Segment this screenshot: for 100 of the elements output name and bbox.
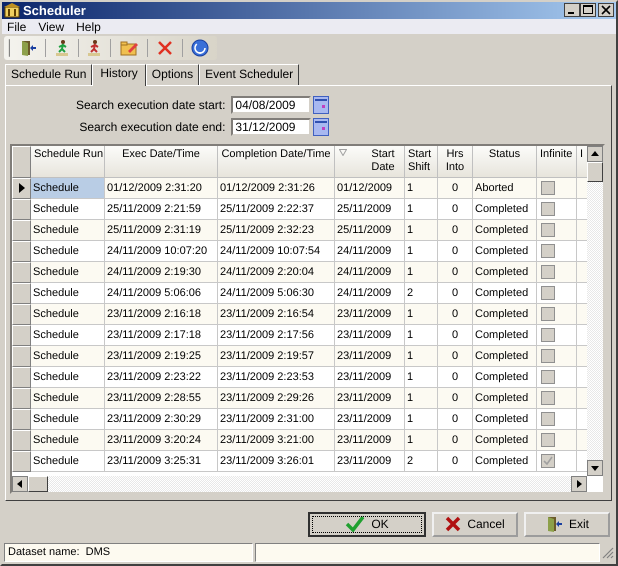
table-cell: 23/11/2009 3:25:31 (105, 450, 218, 472)
table-cell: 25/11/2009 2:31:19 (105, 220, 218, 241)
table-cell: Completed (473, 346, 537, 367)
table-cell: 0 (438, 220, 473, 241)
table-cell: 01/12/2009 2:31:20 (105, 178, 218, 199)
checkbox[interactable] (541, 264, 555, 279)
menu-item[interactable]: View (37, 20, 66, 34)
folder-pencil-icon[interactable] (119, 39, 140, 58)
table-cell: 25/11/2009 (335, 220, 405, 241)
table-cell: 23/11/2009 3:21:00 (218, 430, 335, 451)
tab[interactable]: Schedule Run (5, 64, 92, 85)
table-cell: Schedule (31, 346, 105, 367)
table-cell: 23/11/2009 (335, 304, 405, 325)
exit-button[interactable]: Exit (524, 512, 610, 537)
runner-icon[interactable] (86, 39, 102, 58)
field-label: Search execution date end: (78, 120, 226, 134)
table-cell: 0 (438, 304, 473, 325)
field-label: Search execution date start: (76, 98, 226, 112)
menu-item[interactable]: File (6, 20, 28, 34)
table-cell: Schedule (31, 262, 105, 283)
table-cell: Completed (473, 262, 537, 283)
menu-item[interactable]: Help (75, 20, 102, 34)
table-cell: 01/12/2009 2:31:26 (218, 178, 335, 199)
checkbox[interactable] (541, 328, 555, 342)
calendar-icon[interactable] (313, 96, 330, 114)
maximize-icon[interactable] (580, 3, 596, 18)
table-cell: 23/11/2009 (335, 450, 405, 472)
column-label: Start Date (370, 148, 396, 174)
table-cell: Aborted (473, 178, 537, 199)
table-cell: 23/11/2009 3:20:24 (105, 430, 218, 451)
scroll-thumb[interactable] (587, 162, 603, 182)
table-cell: 0 (438, 178, 473, 199)
table-cell: Schedule (31, 388, 105, 409)
table-cell: Completed (473, 304, 537, 325)
tab[interactable]: Event Scheduler (199, 64, 300, 85)
building-icon (4, 2, 20, 18)
table-cell: 0 (438, 388, 473, 409)
table-cell: 0 (438, 430, 473, 451)
tab[interactable]: Options (146, 64, 200, 85)
size-grip-icon[interactable] (602, 546, 614, 558)
table-cell: 1 (405, 346, 438, 367)
scroll-up-icon[interactable] (587, 146, 603, 162)
checkbox[interactable] (541, 370, 555, 384)
ok-button[interactable]: OK (308, 512, 426, 537)
checkbox[interactable] (541, 286, 555, 300)
checkbox[interactable] (541, 222, 555, 237)
scroll-right-icon[interactable] (571, 476, 587, 492)
current-row-icon (18, 183, 24, 194)
table-cell: 23/11/2009 3:26:01 (218, 450, 335, 472)
table-cell: 23/11/2009 2:19:57 (218, 346, 335, 367)
help-icon[interactable] (191, 39, 209, 58)
minimize-icon[interactable] (564, 3, 580, 18)
checkbox[interactable] (541, 180, 555, 195)
table-cell: 24/11/2009 (335, 262, 405, 283)
date-field[interactable]: 31/12/2009 (231, 118, 312, 136)
checkbox[interactable] (541, 412, 555, 426)
table-cell: 23/11/2009 2:28:55 (105, 388, 218, 409)
checkbox[interactable] (541, 348, 555, 363)
table-cell: 23/11/2009 (335, 430, 405, 451)
horizontal-scrollbar[interactable] (12, 476, 587, 492)
x-icon (445, 516, 462, 532)
table-cell: Schedule (31, 178, 105, 199)
runner-icon[interactable] (54, 39, 70, 58)
scroll-left-icon[interactable] (12, 476, 28, 492)
vertical-scrollbar[interactable] (587, 146, 603, 476)
table-cell: Completed (473, 450, 537, 472)
table-cell: 1 (405, 388, 438, 409)
tab[interactable]: History (92, 64, 146, 86)
scroll-down-icon[interactable] (587, 460, 603, 476)
check-icon (345, 515, 366, 534)
table-cell: 23/11/2009 2:16:54 (218, 304, 335, 325)
table-cell: 1 (405, 304, 438, 325)
checkbox[interactable] (541, 306, 555, 321)
table-cell: 0 (438, 262, 473, 283)
checkbox[interactable] (541, 202, 555, 216)
checkbox[interactable] (541, 390, 555, 405)
status-text: Dataset name: DMS (4, 543, 253, 562)
table-cell: 24/11/2009 2:20:04 (218, 262, 335, 283)
table-cell: 23/11/2009 2:16:18 (105, 304, 218, 325)
table-cell: 23/11/2009 2:29:26 (218, 388, 335, 409)
sort-icon (339, 148, 347, 156)
table-cell: Schedule (31, 450, 105, 472)
table-cell: Completed (473, 388, 537, 409)
delete-icon[interactable] (156, 39, 174, 58)
table-cell: Schedule (31, 430, 105, 451)
checkbox[interactable] (541, 244, 555, 258)
scroll-thumb[interactable] (28, 476, 48, 492)
cancel-button[interactable]: Cancel (432, 512, 518, 537)
table-cell: 23/11/2009 2:19:25 (105, 346, 218, 367)
checkbox[interactable] (541, 432, 555, 447)
close-icon[interactable] (598, 3, 614, 18)
calendar-icon[interactable] (313, 118, 330, 136)
date-field[interactable]: 04/08/2009 (231, 96, 312, 114)
checkbox[interactable] (541, 454, 555, 468)
table-cell: 0 (438, 450, 473, 472)
window-title: Scheduler (23, 2, 87, 18)
table-cell: Schedule (31, 304, 105, 325)
row-header[interactable] (12, 178, 31, 199)
table-cell: Completed (473, 220, 537, 241)
grip-icon (8, 37, 11, 60)
